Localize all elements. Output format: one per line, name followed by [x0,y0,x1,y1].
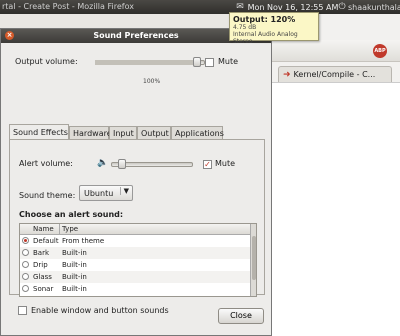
output-mute-label: Mute [218,57,239,66]
tab-sound-effects[interactable]: Sound Effects [9,124,69,140]
table-row[interactable]: Glass Built-in [20,271,250,283]
window-sounds-checkbox[interactable] [18,306,27,315]
sound-radio[interactable] [22,261,29,268]
tab-output[interactable]: Output [137,126,171,140]
sound-name: Drip [33,261,48,269]
close-button[interactable]: Close [218,308,264,324]
table-row[interactable]: Drip Built-in [20,259,250,271]
osd-db: 4.75 dB [233,24,257,31]
user-name[interactable]: shaakunthala [348,1,400,13]
output-mute-checkbox[interactable] [205,58,214,67]
browser-content [272,82,400,336]
tab-input[interactable]: Input [109,126,137,140]
alert-mute-checkbox[interactable]: ✓ [203,160,212,169]
close-icon[interactable]: × [5,31,14,40]
sound-theme-select[interactable]: Ubuntu ▼ [79,185,133,201]
sound-theme-label: Sound theme: [19,191,76,200]
tab-favicon-icon: ➜ [283,69,291,80]
column-header-type[interactable]: Type [62,225,78,233]
output-volume-fill [95,60,194,65]
sound-name: Sonar [33,285,54,293]
output-volume-handle[interactable] [193,57,201,67]
table-row[interactable]: Sonar Built-in [20,283,250,295]
top-panel: rtal - Create Post - Mozilla Firefox ✉ M… [0,0,400,14]
tab-applications[interactable]: Applications [171,126,224,140]
alert-volume-handle[interactable] [118,159,126,169]
dialog-title: Sound Preferences [93,31,179,40]
background-window-title: rtal - Create Post - Mozilla Firefox [2,2,134,11]
sound-name: Glass [33,273,52,281]
adblock-icon[interactable]: ABP [373,44,387,58]
alert-mute-label: Mute [215,159,236,168]
column-divider [59,224,60,235]
sound-preferences-dialog: × Sound Preferences Output volume: Mute … [0,28,272,336]
tab-hardware[interactable]: Hardware [69,126,112,140]
sound-type: Built-in [62,249,87,257]
chevron-down-icon: ▼ [119,187,129,195]
alert-volume-label: Alert volume: [19,159,73,168]
volume-icon: 🔈 [97,158,109,168]
sound-radio[interactable] [22,237,29,244]
table-scrollbar-thumb[interactable] [252,236,256,280]
sound-type: From theme [62,237,105,245]
window-sounds-label: Enable window and button sounds [31,306,169,315]
alert-volume-row: Alert volume: 🔈 ✓ Mute [19,157,249,169]
sound-name: Default [33,237,59,245]
sound-radio[interactable] [22,249,29,256]
table-body: Default From theme Bark Built-in Drip Bu… [20,235,250,295]
table-row[interactable]: Bark Built-in [20,247,250,259]
sound-radio[interactable] [22,285,29,292]
table-row[interactable]: Default From theme [20,235,250,247]
volume-osd: Output: 120% 4.75 dB Internal Audio Anal… [229,12,319,45]
output-volume-label: Output volume: [15,57,78,66]
osd-device: Internal Audio Analog Stereo [233,31,298,45]
power-icon[interactable]: ⏻ [337,1,347,13]
alert-sound-table: Name Type Default From theme Bark Built-… [19,223,257,297]
browser-tab-label: Kernel/Compile - C... [293,70,376,79]
sound-theme-value: Ubuntu [84,188,114,198]
sound-type: Built-in [62,261,87,269]
table-header: Name Type [20,224,250,235]
column-header-name[interactable]: Name [33,225,54,233]
browser-tab[interactable]: ➜ Kernel/Compile - C... [278,66,392,82]
output-volume-percent: 100% [143,78,161,85]
output-volume-row: Output volume: Mute [15,55,265,69]
sound-type: Built-in [62,273,87,281]
sound-name: Bark [33,249,50,257]
sound-type: Built-in [62,285,87,293]
table-scrollbar[interactable] [250,224,256,296]
sound-radio[interactable] [22,273,29,280]
choose-alert-heading: Choose an alert sound: [19,210,124,219]
osd-title: Output: 120% [233,15,296,24]
